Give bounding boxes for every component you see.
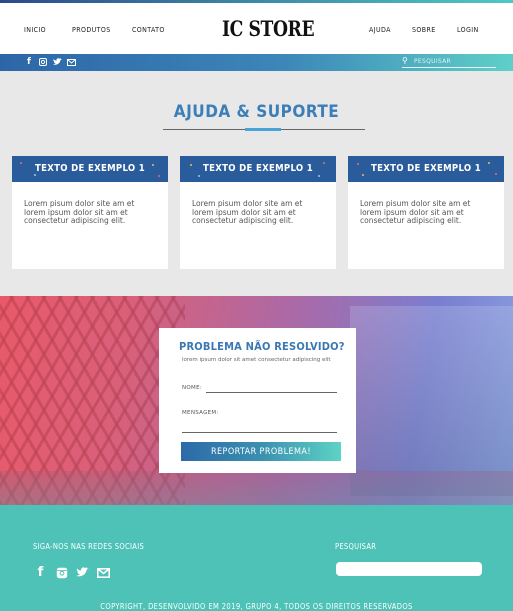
- footer: SIGA-NOS NAS REDES SOCIAIS PESQUISAR f C…: [0, 505, 513, 611]
- top-accent-stripe: [0, 0, 513, 3]
- nav-link-sobre[interactable]: SOBRE: [412, 26, 436, 34]
- help-card-text: Lorem pisum dolor site am et lorem ipsum…: [24, 199, 135, 226]
- help-card-header: TEXTO DE EXEMPLO 1: [12, 156, 168, 182]
- message-field[interactable]: [182, 432, 337, 433]
- help-card-title: TEXTO DE EXEMPLO 1: [371, 163, 481, 174]
- search-icon: ⚲: [402, 56, 408, 65]
- instagram-icon[interactable]: [38, 56, 48, 68]
- store-logo[interactable]: IC STORE: [222, 16, 315, 41]
- nav-link-ajuda[interactable]: AJUDA: [369, 26, 391, 34]
- help-card-1: TEXTO DE EXEMPLO 1 Lorem pisum dolor sit…: [12, 156, 168, 269]
- twitter-icon[interactable]: [52, 56, 62, 68]
- twitter-icon[interactable]: [75, 565, 90, 580]
- mail-icon[interactable]: [96, 565, 111, 580]
- mail-icon[interactable]: [66, 56, 76, 68]
- top-search-placeholder: PESQUISAR: [414, 58, 451, 65]
- name-field[interactable]: [206, 392, 337, 393]
- facebook-icon[interactable]: f: [24, 56, 34, 68]
- footer-social-label: SIGA-NOS NAS REDES SOCIAIS: [33, 542, 145, 551]
- help-card-text: Lorem pisum dolor site am et lorem ipsum…: [192, 199, 303, 226]
- facebook-icon[interactable]: f: [33, 565, 48, 580]
- help-card-2: TEXTO DE EXEMPLO 1 Lorem pisum dolor sit…: [180, 156, 336, 269]
- help-card-3: TEXTO DE EXEMPLO 1 Lorem pisum dolor sit…: [348, 156, 504, 269]
- help-card-title: TEXTO DE EXEMPLO 1: [203, 163, 313, 174]
- footer-search-input[interactable]: [336, 562, 482, 576]
- help-card-header: TEXTO DE EXEMPLO 1: [180, 156, 336, 182]
- nav-link-contato[interactable]: CONTATO: [132, 26, 165, 34]
- instagram-icon[interactable]: [54, 565, 69, 580]
- title-divider-accent: [245, 128, 281, 131]
- footer-social-icons: f: [33, 565, 111, 580]
- social-bar: f ⚲ PESQUISAR: [0, 54, 513, 71]
- form-subtitle: lorem ipsum dolor sit amet consectetur a…: [182, 357, 331, 363]
- report-problem-button[interactable]: REPORTAR PROBLEMA!: [181, 442, 341, 461]
- name-label: NOME:: [182, 385, 203, 391]
- message-label: MENSAGEM:: [182, 410, 219, 416]
- help-card-text: Lorem pisum dolor site am et lorem ipsum…: [360, 199, 471, 226]
- nav-link-login[interactable]: LOGIN: [457, 26, 479, 34]
- nav-link-produtos[interactable]: PRODUTOS: [72, 26, 111, 34]
- nav-link-inicio[interactable]: INICIO: [24, 26, 46, 34]
- footer-search-label: PESQUISAR: [335, 542, 377, 551]
- help-card-title: TEXTO DE EXEMPLO 1: [35, 163, 145, 174]
- help-card-header: TEXTO DE EXEMPLO 1: [348, 156, 504, 182]
- copyright-text: COPYRIGHT, DESENVOLVIDO EM 2019, GRUPO 4…: [100, 602, 413, 611]
- form-title: PROBLEMA NÃO RESOLVIDO?: [179, 340, 345, 353]
- top-navigation: INICIO PRODUTOS CONTATO IC STORE AJUDA S…: [0, 0, 513, 54]
- report-problem-form: PROBLEMA NÃO RESOLVIDO? lorem ipsum dolo…: [159, 328, 356, 473]
- help-section-title: AJUDA & SUPORTE: [173, 102, 340, 122]
- top-search-input[interactable]: ⚲ PESQUISAR: [402, 56, 496, 68]
- social-icons-top: f: [24, 56, 76, 68]
